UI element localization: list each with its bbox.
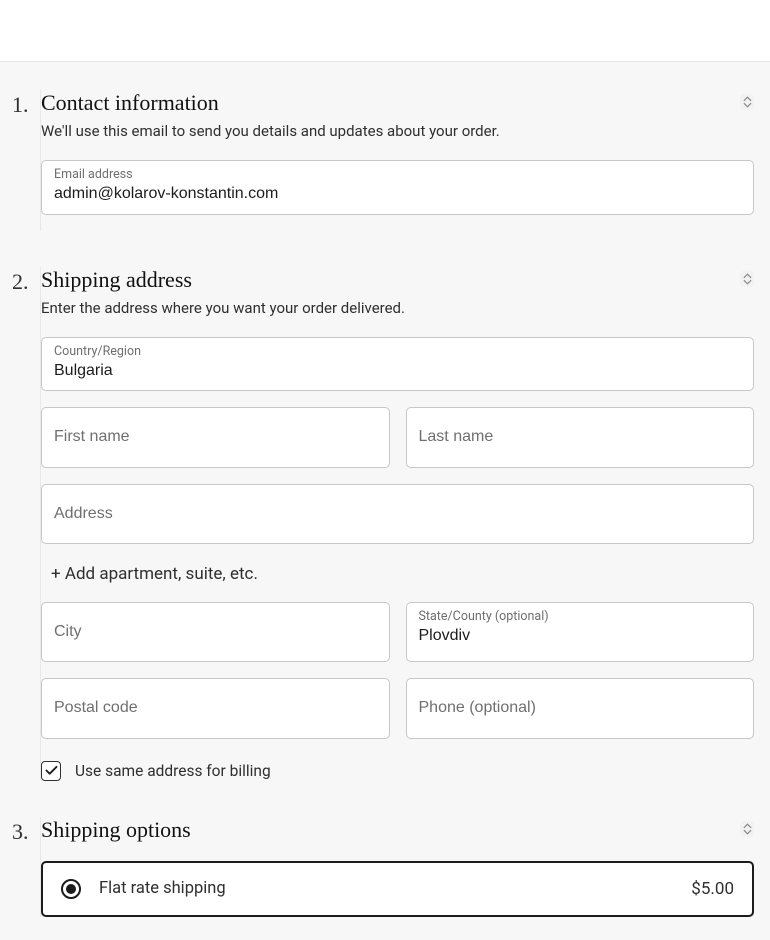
state-input[interactable]: [419, 625, 742, 647]
phone-field[interactable]: [406, 678, 755, 738]
state-label: State/County (optional): [419, 609, 742, 625]
address-field[interactable]: [41, 484, 754, 544]
section-number: 2.: [12, 267, 40, 295]
contact-section: 1. Contact information We'll use this em…: [12, 90, 754, 231]
chevron-down-icon: [743, 102, 752, 108]
section-stepper[interactable]: [740, 271, 754, 287]
same-billing-label: Use same address for billing: [75, 762, 271, 780]
section-number: 3.: [12, 817, 40, 845]
same-billing-row[interactable]: Use same address for billing: [41, 761, 754, 781]
country-field[interactable]: Country/Region: [41, 337, 754, 392]
section-number: 1.: [12, 90, 40, 118]
top-bar: [0, 0, 770, 62]
email-label: Email address: [54, 167, 741, 183]
phone-input[interactable]: [419, 687, 742, 729]
section-title: Shipping address: [41, 267, 754, 293]
first-name-input[interactable]: [54, 416, 377, 458]
address-input[interactable]: [54, 493, 741, 535]
last-name-field[interactable]: [406, 407, 755, 467]
country-input[interactable]: [54, 360, 741, 382]
first-name-field[interactable]: [41, 407, 390, 467]
radio-selected-icon: [66, 884, 76, 894]
section-stepper[interactable]: [740, 94, 754, 110]
add-apartment-button[interactable]: + Add apartment, suite, etc.: [41, 560, 754, 602]
state-field[interactable]: State/County (optional): [406, 602, 755, 662]
email-field[interactable]: Email address: [41, 160, 754, 215]
city-field[interactable]: [41, 602, 390, 662]
checkout-form: 1. Contact information We'll use this em…: [0, 62, 770, 937]
postal-input[interactable]: [54, 687, 377, 729]
section-title: Contact information: [41, 90, 754, 116]
last-name-input[interactable]: [419, 416, 742, 458]
section-description: Enter the address where you want your or…: [41, 299, 754, 317]
chevron-down-icon: [743, 279, 752, 285]
section-description: We'll use this email to send you details…: [41, 122, 754, 140]
section-stepper[interactable]: [740, 821, 754, 837]
flat-rate-option[interactable]: Flat rate shipping $5.00: [41, 861, 754, 917]
email-input[interactable]: [54, 183, 741, 205]
city-input[interactable]: [54, 611, 377, 653]
options-section: 3. Shipping options Flat rate shipping $…: [12, 817, 754, 917]
section-title: Shipping options: [41, 817, 754, 843]
shipping-option-price: $5.00: [691, 879, 734, 899]
country-label: Country/Region: [54, 344, 741, 360]
shipping-section: 2. Shipping address Enter the address wh…: [12, 267, 754, 781]
chevron-down-icon: [743, 829, 752, 835]
check-icon: [45, 765, 58, 776]
flat-rate-radio[interactable]: [61, 879, 81, 899]
same-billing-checkbox[interactable]: [41, 761, 61, 781]
postal-field[interactable]: [41, 678, 390, 738]
shipping-option-name: Flat rate shipping: [99, 879, 673, 898]
